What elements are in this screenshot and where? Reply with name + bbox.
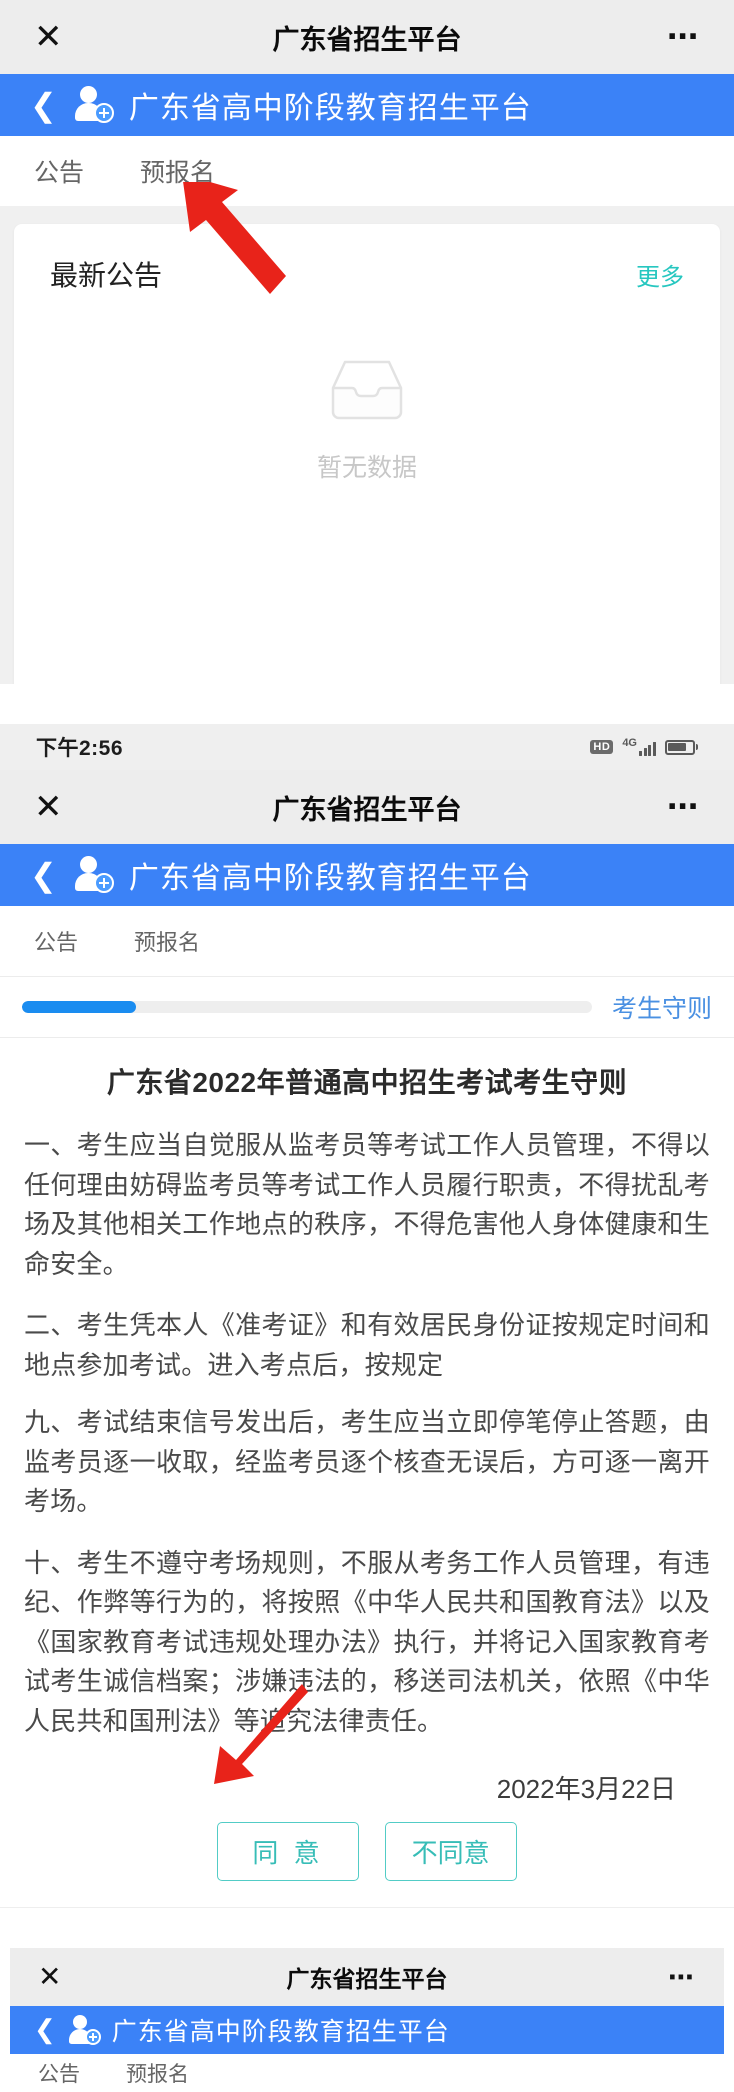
app-header: ❮ 广东省高中阶段教育招生平台 [10,2006,724,2054]
wechat-page-title: 广东省招生平台 [272,794,462,825]
app-header: ❮ 广东省高中阶段教育招生平台 [0,74,734,136]
disagree-button[interactable]: 不同意 [384,1822,517,1882]
action-buttons: 同 意 不同意 [24,1822,710,1882]
android-nav-bar: ❮ [0,1907,734,1920]
wechat-title-bar: ✕ 广东省招生平台 ⋯ [0,0,734,74]
agree-button[interactable]: 同 意 [217,1822,359,1882]
app-header: ❮ 广东省高中阶段教育招生平台 [0,844,734,906]
close-icon[interactable]: ✕ [34,790,63,824]
progress-fill [22,1001,136,1013]
wechat-page-title: 广东省招生平台 [272,24,462,55]
progress-row: 考生守则 [0,976,734,1038]
empty-state: 暂无数据 [50,294,684,484]
screen-2-rules: 下午2:56 HD 4G ✕ 广东省招生平台 ⋯ ❮ 广东省高中阶段教育招生平台… [0,724,734,1920]
tab-announcements[interactable]: 公告 [34,153,84,189]
rules-document: 广东省2022年普通高中招生考试考生守则 一、考生应当自觉服从监考员等考试工作人… [0,1038,734,1882]
user-add-icon [71,85,115,125]
user-add-icon [66,2014,102,2047]
chevron-left-icon[interactable]: ❮ [34,2017,56,2043]
chevron-left-icon[interactable]: ❮ [30,89,57,121]
tab-preregister[interactable]: 预报名 [126,2058,189,2088]
more-dots-icon[interactable]: ⋯ [667,20,700,52]
tab-preregister[interactable]: 预报名 [134,925,200,957]
rule-paragraph-2: 二、考生凭本人《准考证》和有效居民身份证按规定时间和地点参加考试。进入考点后，按… [24,1310,710,1380]
rule-paragraph-9: 九、考试结束信号发出后，考生应当立即停笔停止答题，由监考员逐一收取，经监考员逐个… [24,1407,710,1517]
empty-inbox-icon [319,354,415,426]
wechat-title-bar: ✕ 广东省招生平台 ⋯ [10,1948,724,2006]
more-link[interactable]: 更多 [636,257,684,292]
exam-rules-link[interactable]: 考生守则 [612,989,712,1025]
empty-state-text: 暂无数据 [316,454,417,482]
close-icon[interactable]: ✕ [38,1963,61,1991]
rule-paragraph-1: 一、考生应当自觉服从监考员等考试工作人员管理，不得以任何理由妨碍监考员等考试工作… [24,1130,710,1279]
chevron-left-icon[interactable]: ❮ [30,859,57,891]
step-progress-bar [22,1001,592,1013]
card-title: 最新公告 [50,260,163,291]
app-title: 广东省高中阶段教育招生平台 [111,2018,450,2046]
tab-bar: 公告 预报名 [0,136,734,206]
more-dots-icon[interactable]: ⋯ [667,790,700,822]
announcement-content: 最新公告 更多 暂无数据 [0,206,734,684]
wechat-title-bar: ✕ 广东省招生平台 ⋯ [0,770,734,844]
tab-bar: 公告 预报名 [10,2054,724,2092]
more-dots-icon[interactable]: ⋯ [668,1963,696,1990]
card-header: 最新公告 更多 [50,254,684,294]
screen-1-announcements: ✕ 广东省招生平台 ⋯ ❮ 广东省高中阶段教育招生平台 公告 预报名 最新公告 … [0,0,734,684]
network-label: 4G [622,737,637,749]
battery-icon [664,739,698,755]
status-icons: HD 4G [590,738,698,756]
tab-announcements[interactable]: 公告 [38,2058,80,2088]
app-title: 广东省高中阶段教育招生平台 [128,862,532,895]
hd-icon: HD [590,739,614,755]
document-title: 广东省2022年普通高中招生考试考生守则 [106,1067,628,1098]
signal-bars-icon: 4G [622,737,656,756]
phone-status-bar: 下午2:56 HD 4G [0,724,734,770]
screen-3-announcements-partial: ✕ 广东省招生平台 ⋯ ❮ 广东省高中阶段教育招生平台 公告 预报名 [10,1948,724,2092]
app-title: 广东省高中阶段教育招生平台 [128,92,532,125]
status-time: 下午2:56 [36,737,124,760]
document-date: 2022年3月22日 [496,1774,676,1805]
latest-announcement-card: 最新公告 更多 暂无数据 [14,224,720,684]
rule-paragraph-10: 十、考生不遵守考场规则，不服从考务工作人员管理，有违纪、作弊等行为的，将按照《中… [24,1547,710,1736]
tab-preregister[interactable]: 预报名 [140,153,215,189]
close-icon[interactable]: ✕ [34,20,63,54]
splice-gap-2 [0,1920,734,1948]
user-add-icon [71,855,115,895]
screenshot-page: ✕ 广东省招生平台 ⋯ ❮ 广东省高中阶段教育招生平台 公告 预报名 最新公告 … [0,0,734,2092]
wechat-page-title: 广东省招生平台 [286,1966,448,1992]
splice-gap-1 [0,684,734,724]
tab-announcements[interactable]: 公告 [34,925,78,957]
tab-bar: 公告 预报名 [0,906,734,976]
